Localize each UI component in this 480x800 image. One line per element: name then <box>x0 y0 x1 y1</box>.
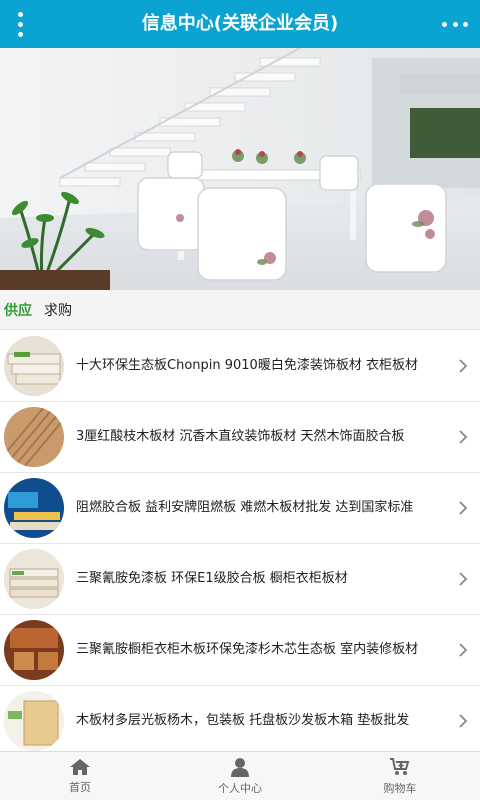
product-thumbnail <box>4 549 64 609</box>
tab-demand[interactable]: 求购 <box>44 300 72 320</box>
page-title: 信息中心(关联企业会员) <box>141 13 339 34</box>
bottom-navigation: 首页 个人中心 购物车 <box>0 751 480 800</box>
app-header: 信息中心(关联企业会员) <box>0 0 480 48</box>
list-item-title: 阻燃胶合板 益利安牌阻燃板 难燃木板材批发 达到国家标准 <box>76 500 414 515</box>
list-item[interactable]: 十大环保生态板Chonpin 9010暖白免漆装饰板材 衣柜板材 <box>0 331 480 402</box>
list-item[interactable]: 阻燃胶合板 益利安牌阻燃板 难燃木板材批发 达到国家标准 <box>0 473 480 544</box>
product-thumbnail <box>4 620 64 680</box>
product-thumbnail <box>4 478 64 538</box>
carousel-dot[interactable] <box>221 270 227 276</box>
carousel-dot-active[interactable] <box>253 270 259 276</box>
list-item[interactable]: 三聚氰胺橱柜衣柜木板环保免漆杉木芯生态板 室内装修板材 <box>0 615 480 686</box>
list-item-title: 3厘红酸枝木板材 沉香木直纹装饰板材 天然木饰面胶合板 <box>76 429 405 444</box>
chevron-right-icon <box>459 572 468 586</box>
list-item-title: 三聚氰胺免漆板 环保E1级胶合板 橱柜衣柜板材 <box>76 571 348 586</box>
list-item[interactable]: 三聚氰胺免漆板 环保E1级胶合板 橱柜衣柜板材 <box>0 544 480 615</box>
product-thumbnail <box>4 336 64 396</box>
list-item-title: 三聚氰胺橱柜衣柜木板环保免漆杉木芯生态板 室内装修板材 <box>76 642 419 657</box>
list-item-title: 十大环保生态板Chonpin 9010暖白免漆装饰板材 衣柜板材 <box>76 358 418 373</box>
tab-supply[interactable]: 供应 <box>4 300 32 320</box>
nav-cart[interactable]: 购物车 <box>320 752 480 800</box>
nav-home-label: 首页 <box>69 780 91 794</box>
list-item[interactable]: 木板材多层光板杨木，包装板 托盘板沙发板木箱 垫板批发 <box>0 686 480 757</box>
chevron-right-icon <box>459 714 468 728</box>
user-icon <box>231 757 249 777</box>
nav-profile[interactable]: 个人中心 <box>160 752 320 800</box>
chevron-right-icon <box>459 359 468 373</box>
chevron-right-icon <box>459 501 468 515</box>
list-item-title: 木板材多层光板杨木，包装板 托盘板沙发板木箱 垫板批发 <box>76 713 410 728</box>
product-thumbnail <box>4 407 64 467</box>
banner-image <box>0 48 480 290</box>
product-thumbnail <box>4 691 64 751</box>
nav-profile-label: 个人中心 <box>218 781 262 795</box>
chevron-right-icon <box>459 643 468 657</box>
cart-icon <box>390 757 410 775</box>
banner-carousel[interactable] <box>0 48 480 290</box>
home-icon <box>70 758 90 775</box>
more-options-icon[interactable] <box>442 8 468 40</box>
carousel-dot[interactable] <box>237 270 243 276</box>
list-item[interactable]: 3厘红酸枝木板材 沉香木直纹装饰板材 天然木饰面胶合板 <box>0 402 480 473</box>
chevron-right-icon <box>459 430 468 444</box>
nav-cart-label: 购物车 <box>383 781 417 795</box>
carousel-indicators <box>0 270 480 276</box>
product-list: 十大环保生态板Chonpin 9010暖白免漆装饰板材 衣柜板材 3厘红酸枝木板… <box>0 331 480 757</box>
supply-demand-tabs: 供应 求购 <box>0 290 480 330</box>
nav-home[interactable]: 首页 <box>0 752 160 800</box>
